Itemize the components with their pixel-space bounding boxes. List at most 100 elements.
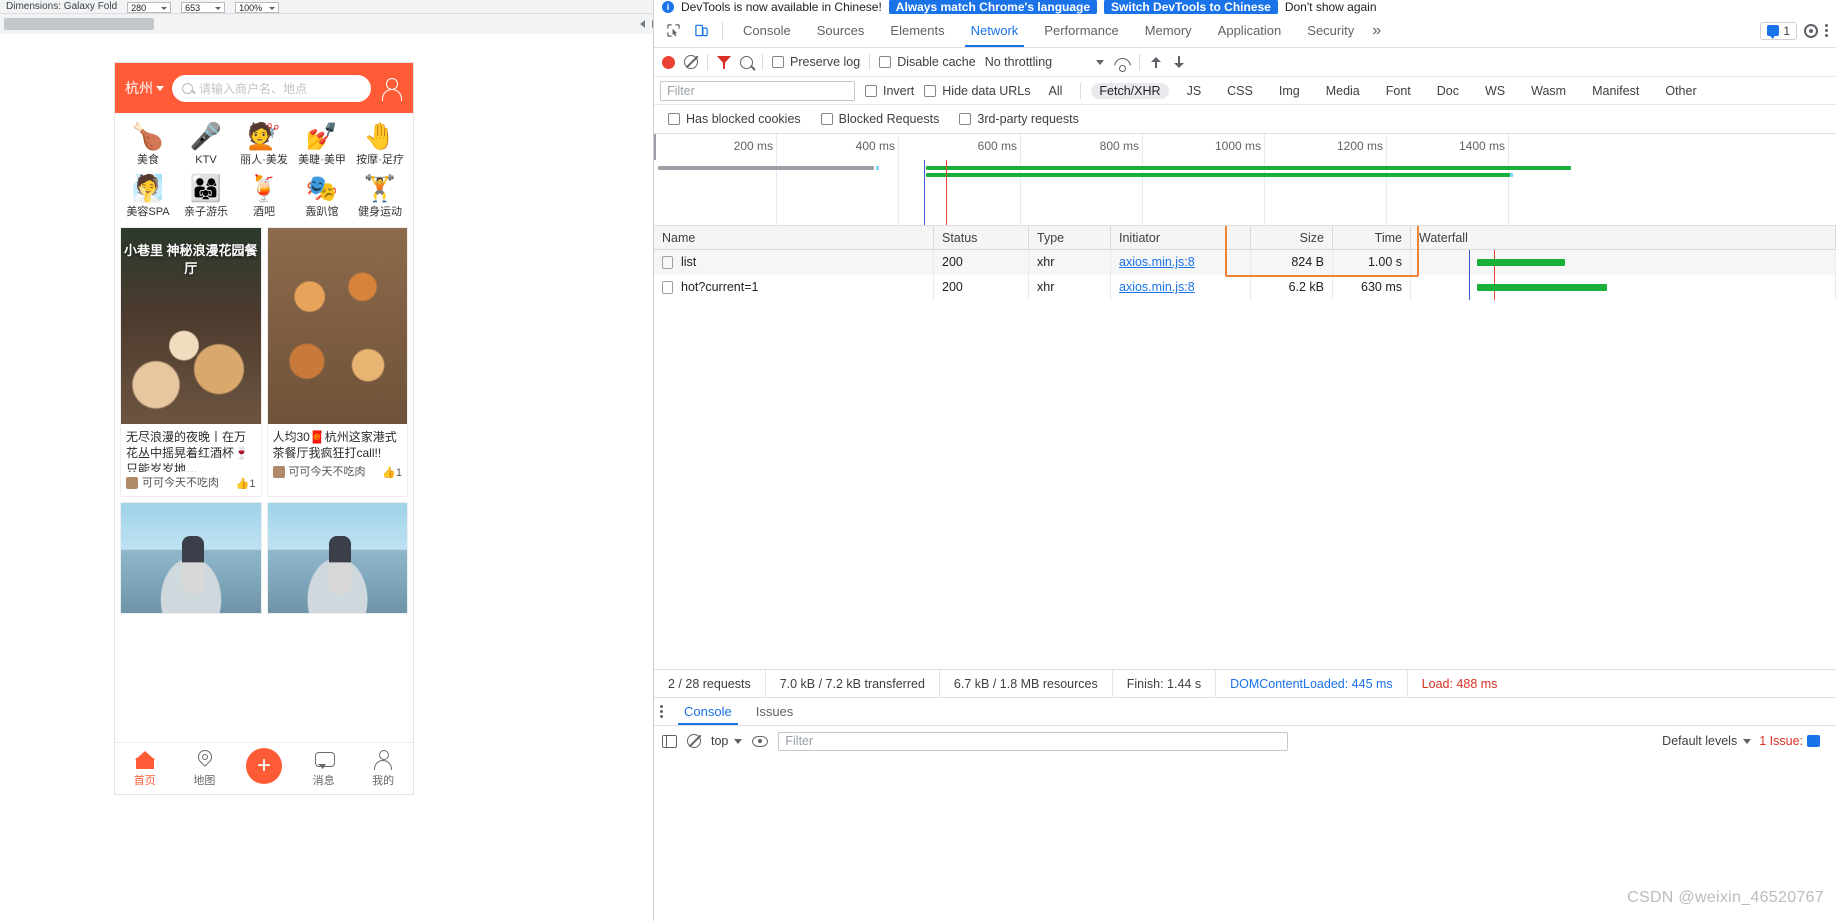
scrollbar-track[interactable] (0, 14, 764, 34)
invert-checkbox[interactable]: Invert (865, 84, 914, 98)
blocked-requests-checkbox[interactable]: Blocked Requests (820, 112, 939, 126)
has-blocked-cookies-checkbox[interactable]: Has blocked cookies (668, 112, 801, 126)
type-filter-manifest[interactable]: Manifest (1584, 83, 1647, 99)
tab-console[interactable]: Console (731, 15, 803, 47)
column-header-status[interactable]: Status (934, 226, 1029, 250)
scroll-left-arrow-icon[interactable] (640, 20, 645, 28)
tab-performance[interactable]: Performance (1032, 15, 1130, 47)
record-icon[interactable] (662, 55, 675, 69)
column-header-name[interactable]: Name (654, 226, 934, 250)
category-item[interactable]: 🍗 美食 (119, 121, 177, 167)
table-row[interactable]: list 200 xhr axios.min.js:8 824 B 1.00 s (654, 250, 1836, 275)
banner-dismiss-link[interactable]: Don't show again (1285, 0, 1377, 14)
hide-data-urls-checkbox[interactable]: Hide data URLs (924, 84, 1031, 98)
console-issue-badge[interactable]: 1 Issue: (1759, 734, 1820, 748)
tab-network[interactable]: Network (959, 15, 1031, 47)
like-count[interactable]: 👍1 (236, 477, 256, 490)
clear-console-icon[interactable] (687, 734, 701, 748)
console-context-select[interactable]: top (711, 734, 743, 748)
table-row[interactable]: hot?current=1 200 xhr axios.min.js:8 6.2… (654, 275, 1836, 300)
live-expression-icon[interactable] (752, 735, 769, 747)
type-filter-css[interactable]: CSS (1219, 83, 1261, 99)
toggle-device-toolbar-icon[interactable] (688, 18, 714, 44)
drawer-more-options-icon[interactable] (660, 705, 663, 718)
feed-card[interactable] (120, 502, 262, 614)
column-header-size[interactable]: Size (1251, 226, 1333, 250)
console-filter-input[interactable]: Filter (778, 731, 1289, 751)
issues-counter-button[interactable]: 1 (1760, 21, 1797, 40)
tab-application[interactable]: Application (1206, 15, 1294, 47)
city-selector[interactable]: 杭州 (125, 78, 164, 98)
feed-card[interactable]: 小巷里 神秘浪漫花园餐厅 无尽浪漫的夜晚丨在万花丛中摇晃着红酒杯🍷只能岁岁地… … (120, 227, 262, 497)
category-item[interactable]: 💅 美睫·美甲 (293, 121, 351, 167)
category-item[interactable]: 👨‍👩‍👧 亲子游乐 (177, 173, 235, 219)
type-filter-fetch-xhr[interactable]: Fetch/XHR (1091, 82, 1169, 99)
search-icon[interactable] (740, 55, 753, 69)
checkbox[interactable] (879, 56, 892, 68)
preserve-log-checkbox[interactable]: Preserve log (772, 55, 860, 69)
user-icon[interactable] (379, 76, 403, 101)
checkbox[interactable] (772, 56, 784, 68)
banner-primary-button[interactable]: Always match Chrome's language (888, 0, 1098, 14)
banner-secondary-button[interactable]: Switch DevTools to Chinese (1104, 0, 1278, 14)
category-item[interactable]: 🎤 KTV (177, 121, 235, 167)
tab-publish[interactable]: + (234, 747, 294, 790)
type-filter-doc[interactable]: Doc (1429, 83, 1467, 99)
scrollbar-thumb[interactable] (4, 18, 154, 30)
network-conditions-icon[interactable] (1113, 56, 1130, 72)
category-item[interactable]: 🧖 美容SPA (119, 173, 177, 219)
device-width-input[interactable]: 280 (127, 1, 172, 13)
drawer-tab-console[interactable]: Console (673, 698, 743, 725)
request-name-cell[interactable]: hot?current=1 (654, 275, 934, 300)
column-header-type[interactable]: Type (1029, 226, 1111, 250)
type-filter-font[interactable]: Font (1378, 83, 1419, 99)
checkbox[interactable] (924, 84, 937, 97)
page-horizontal-scrollbar[interactable] (0, 14, 764, 34)
tab-elements[interactable]: Elements (878, 15, 956, 47)
type-filter-js[interactable]: JS (1179, 83, 1210, 99)
feed-card[interactable] (266, 502, 408, 614)
type-filter-img[interactable]: Img (1271, 83, 1308, 99)
type-filter-media[interactable]: Media (1318, 83, 1368, 99)
filter-input[interactable]: Filter (660, 80, 855, 101)
checkbox[interactable] (668, 113, 680, 125)
third-party-requests-checkbox[interactable]: 3rd-party requests (959, 112, 1079, 126)
tab-security[interactable]: Security (1295, 15, 1366, 47)
category-item[interactable]: 💇 丽人·美发 (235, 121, 293, 167)
category-item[interactable]: 🏋️ 健身运动 (351, 173, 409, 219)
device-zoom-select[interactable]: 100% (235, 1, 280, 13)
more-options-icon[interactable] (1825, 24, 1828, 37)
column-header-initiator[interactable]: Initiator (1111, 226, 1251, 250)
tab-profile[interactable]: 我的 (353, 749, 413, 788)
tab-home[interactable]: 首页 (115, 750, 175, 788)
type-filter-wasm[interactable]: Wasm (1523, 83, 1574, 99)
category-item[interactable]: 🤚 按摩·足疗 (351, 121, 409, 167)
category-item[interactable]: 🍹 酒吧 (235, 173, 293, 219)
gear-icon[interactable] (1803, 23, 1819, 39)
plus-icon[interactable]: + (245, 747, 282, 784)
network-overview-timeline[interactable]: 200 ms 400 ms 600 ms 800 ms 1000 ms 1200… (654, 134, 1836, 226)
clear-icon[interactable] (684, 55, 698, 69)
checkbox[interactable] (820, 113, 833, 125)
filter-icon[interactable] (717, 55, 731, 69)
tab-messages[interactable]: 消息 (294, 750, 354, 788)
like-count[interactable]: 👍1 (382, 466, 402, 479)
type-filter-other[interactable]: Other (1657, 83, 1704, 99)
column-header-waterfall[interactable]: Waterfall (1411, 226, 1836, 250)
tab-sources[interactable]: Sources (805, 15, 877, 47)
request-initiator[interactable]: axios.min.js:8 (1111, 250, 1251, 275)
request-name-cell[interactable]: list (654, 250, 934, 275)
search-input[interactable]: 请输入商户名、地点 (172, 74, 371, 102)
tab-map[interactable]: 地图 (175, 750, 235, 788)
console-levels-select[interactable]: Default levels (1662, 734, 1752, 748)
column-header-time[interactable]: Time (1333, 226, 1411, 250)
more-tabs-icon[interactable]: » (1368, 22, 1385, 40)
checkbox[interactable] (865, 84, 877, 97)
drawer-tab-issues[interactable]: Issues (745, 698, 805, 725)
device-height-input[interactable]: 653 (181, 1, 226, 13)
type-filter-ws[interactable]: WS (1477, 83, 1513, 99)
request-initiator[interactable]: axios.min.js:8 (1111, 275, 1251, 300)
throttling-select[interactable]: No throttling (985, 55, 1105, 69)
category-item[interactable]: 🎭 轰趴馆 (293, 173, 351, 219)
disable-cache-checkbox[interactable]: Disable cache (879, 55, 976, 69)
